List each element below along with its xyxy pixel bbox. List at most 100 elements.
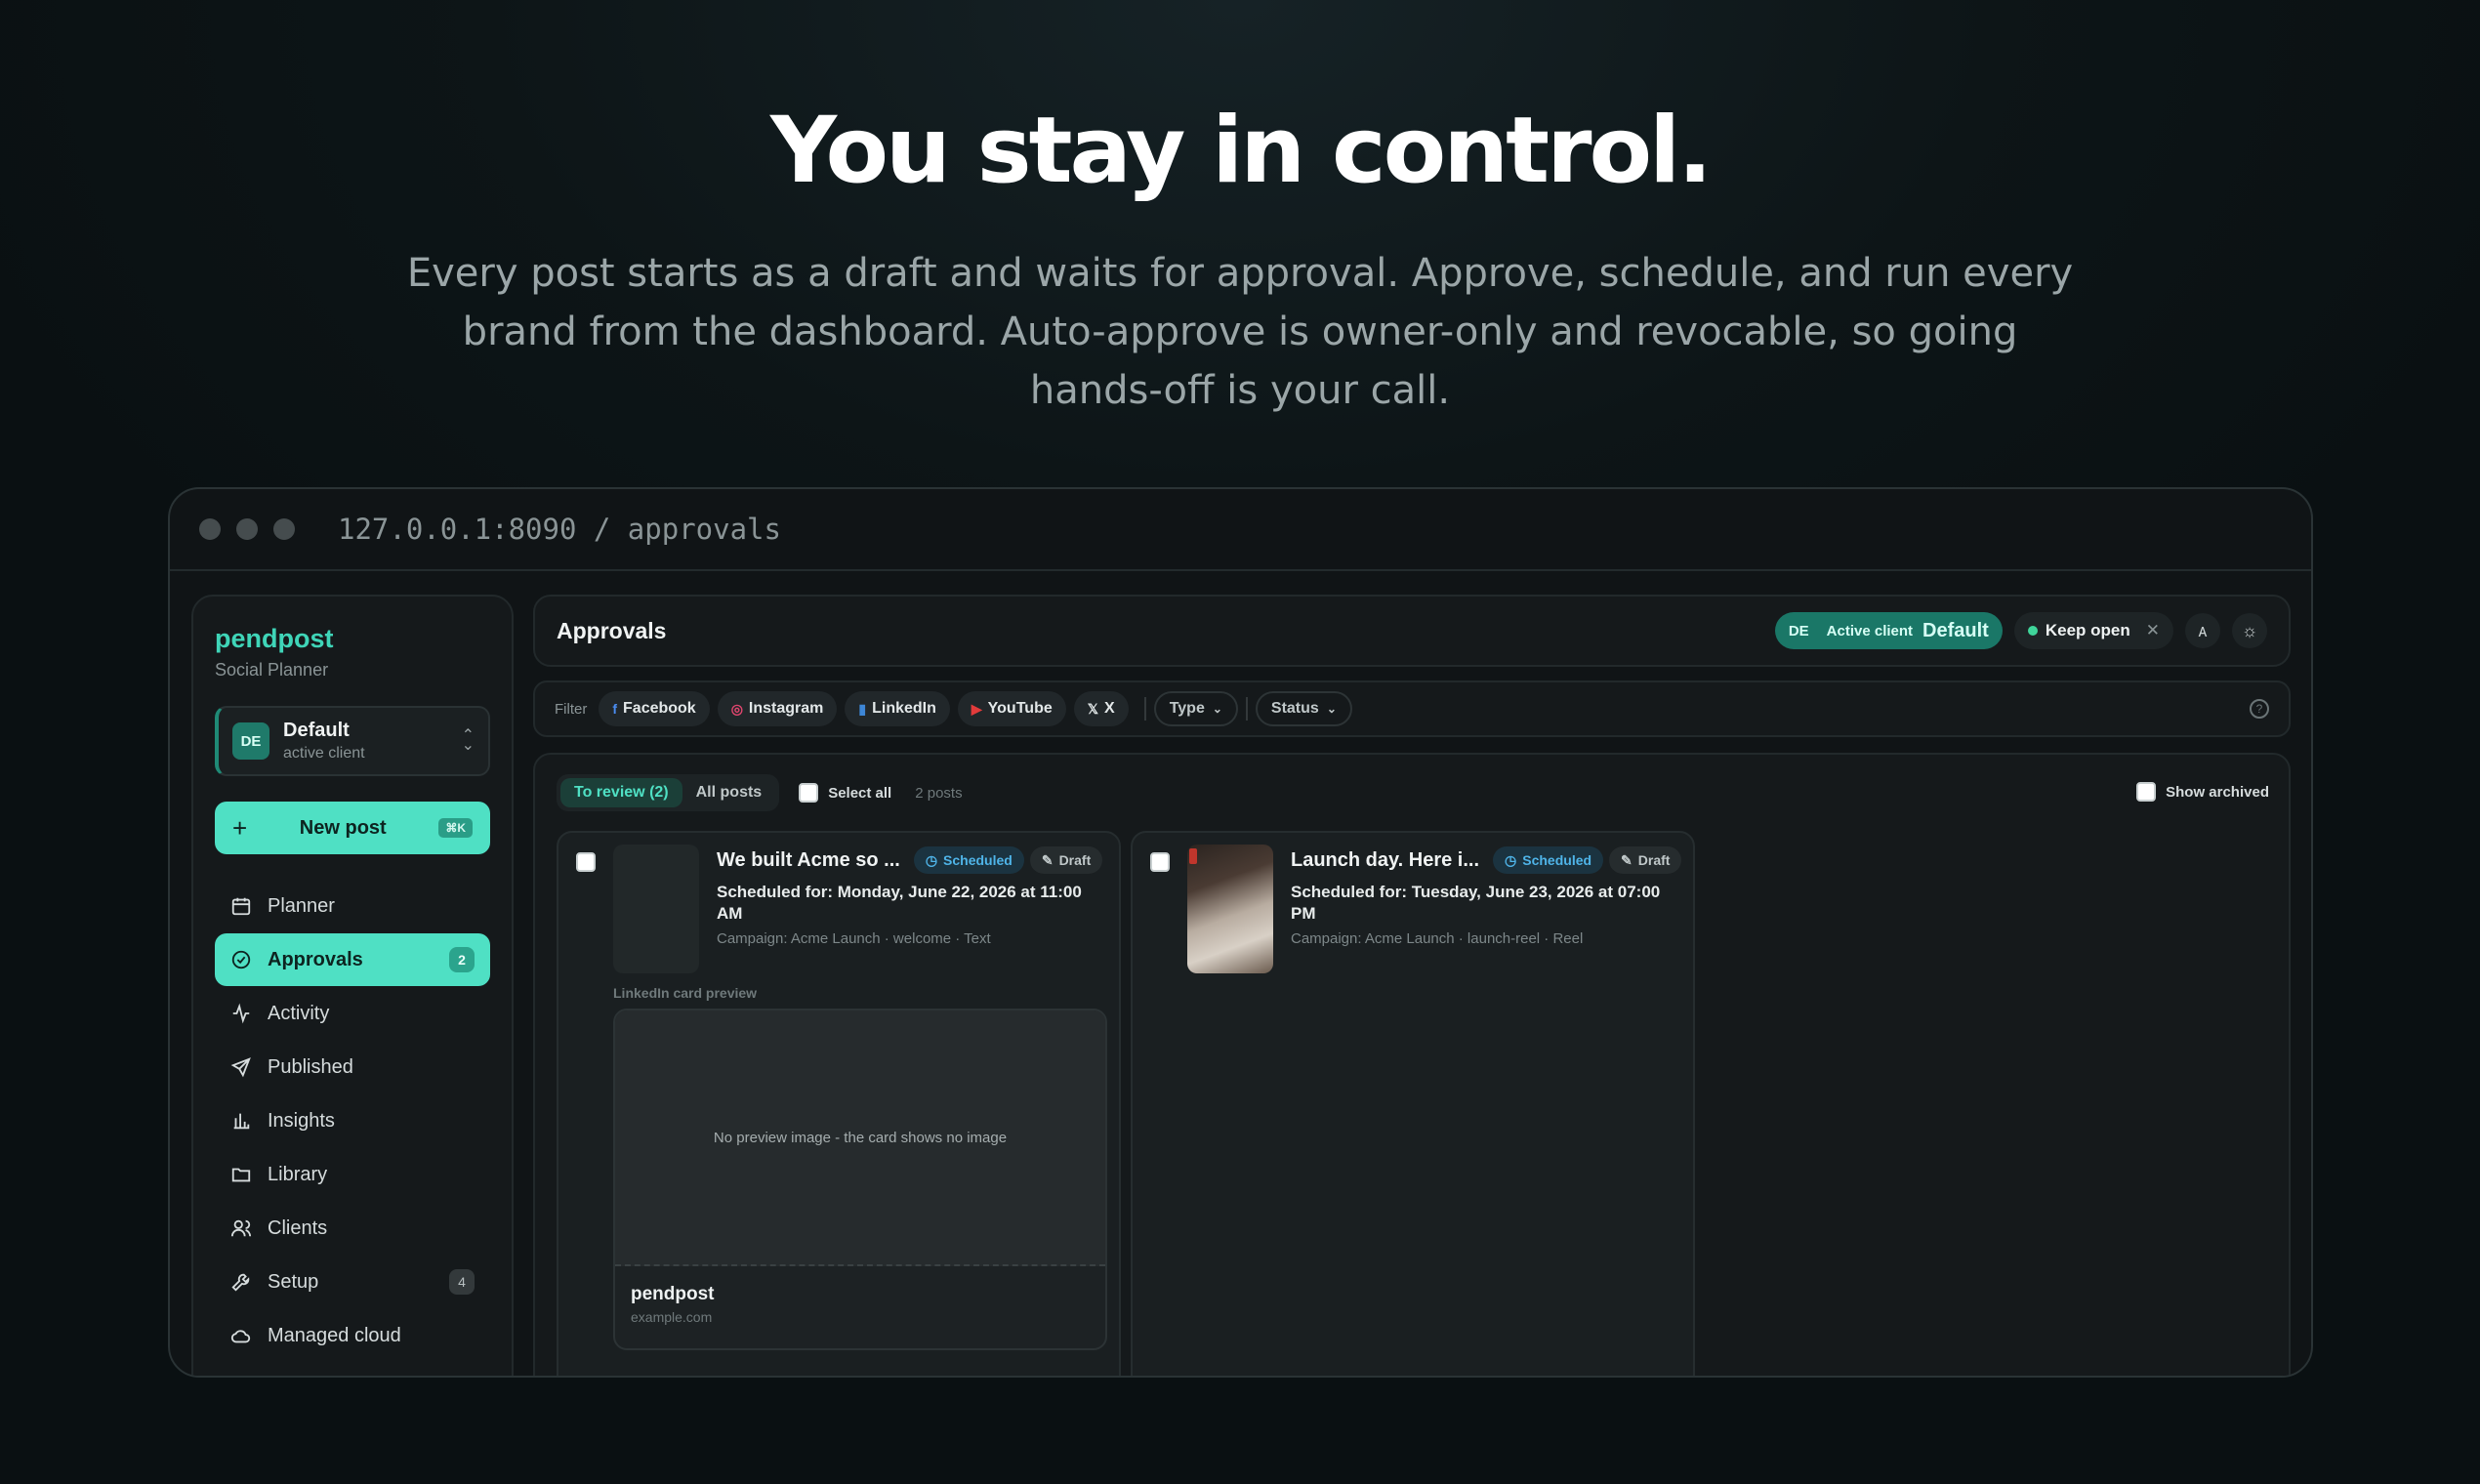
- post-campaign: Campaign: Acme Launch · launch-reel · Re…: [1291, 930, 1584, 947]
- post-title[interactable]: Launch day. Here i...: [1291, 849, 1479, 872]
- post-thumbnail: [613, 845, 699, 973]
- badge-label: Scheduled: [1522, 852, 1592, 868]
- bar-chart-icon: [230, 1110, 252, 1132]
- sidebar-item-published[interactable]: Published: [215, 1041, 490, 1093]
- page-title: Approvals: [557, 617, 667, 643]
- preview-domain: example.com: [631, 1309, 713, 1325]
- sidebar-item-label: Approvals: [268, 948, 363, 970]
- keep-open-toggle[interactable]: Keep open ✕: [2013, 612, 2173, 649]
- sidebar-item-activity[interactable]: Activity: [215, 987, 490, 1040]
- youtube-icon: ▶: [971, 700, 982, 717]
- type-dropdown[interactable]: Type ⌄: [1153, 691, 1238, 726]
- show-archived-checkbox[interactable]: [2136, 782, 2157, 802]
- sidebar-item-label: Clients: [268, 1216, 328, 1239]
- sidebar-item-clients[interactable]: Clients: [215, 1202, 490, 1255]
- shortcut-badge: ⌘K: [438, 818, 473, 838]
- draft-badge: ✎ Draft: [1029, 846, 1103, 874]
- posts-count: 2 posts: [915, 784, 963, 802]
- instagram-icon: ◎: [730, 700, 743, 717]
- filter-chip-facebook[interactable]: f Facebook: [599, 691, 710, 726]
- linkedin-card-preview: No preview image - the card shows no ima…: [613, 1009, 1107, 1350]
- window-maximize-dot[interactable]: [273, 518, 295, 540]
- linkedin-icon: ▮: [858, 700, 867, 717]
- preview-name: pendpost: [631, 1284, 715, 1304]
- filter-bar: Filter f Facebook ◎ Instagram ▮ LinkedIn ▶ Y…: [533, 680, 2291, 737]
- sidebar-item-insights[interactable]: Insights: [215, 1094, 490, 1147]
- active-client-initials: DE: [1788, 622, 1809, 639]
- post-select-checkbox[interactable]: [576, 852, 596, 872]
- translate-icon[interactable]: ᴀ: [2185, 613, 2220, 648]
- tab-all-posts[interactable]: All posts: [682, 778, 776, 807]
- sidebar-item-approvals[interactable]: Approvals 2: [215, 933, 490, 986]
- keep-open-label: Keep open: [2045, 621, 2130, 639]
- sidebar-item-library[interactable]: Library: [215, 1148, 490, 1201]
- cloud-icon: [230, 1325, 252, 1346]
- approvals-count-badge: 2: [449, 947, 475, 972]
- select-all-checkbox[interactable]: [799, 783, 819, 803]
- client-switcher[interactable]: DE Default active client ⌃ ⌄: [215, 706, 490, 776]
- sidebar-item-label: Insights: [268, 1109, 335, 1132]
- post-title[interactable]: We built Acme so ...: [717, 849, 900, 872]
- chip-label: Instagram: [748, 700, 824, 717]
- hero-subtitle: Every post starts as a draft and waits f…: [406, 251, 2074, 413]
- sun-icon[interactable]: ☼: [2232, 613, 2267, 648]
- sidebar-nav: Planner Approvals 2 Activity Published I…: [215, 880, 490, 1362]
- filter-chip-youtube[interactable]: ▶ YouTube: [957, 691, 1066, 726]
- post-card[interactable]: Launch day. Here i... ◷ Scheduled ✎ Draft …: [1131, 831, 1695, 1376]
- new-post-button[interactable]: + New post ⌘K: [215, 802, 490, 854]
- pencil-icon: ✎: [1041, 851, 1054, 868]
- chevron-down-icon: ⌄: [1326, 702, 1337, 716]
- sidebar-item-label: Library: [268, 1163, 328, 1185]
- filter-label: Filter: [555, 700, 588, 718]
- scheduled-badge: ◷ Scheduled: [913, 846, 1024, 874]
- chevron-up-down-icon: ⌃ ⌄: [461, 727, 475, 754]
- x-logo-icon: 𝕏: [1087, 700, 1099, 717]
- send-icon: [230, 1056, 252, 1078]
- select-all-label: Select all: [828, 784, 892, 802]
- activity-icon: [230, 1003, 252, 1024]
- post-select-checkbox[interactable]: [1150, 852, 1170, 872]
- calendar-icon: [230, 895, 252, 917]
- preview-label: LinkedIn card preview: [613, 985, 758, 1001]
- select-all[interactable]: Select all: [799, 783, 891, 803]
- show-archived-label: Show archived: [2166, 783, 2269, 801]
- wrench-icon: [230, 1271, 252, 1293]
- chip-label: Facebook: [623, 700, 696, 717]
- brand-name[interactable]: pendpost: [215, 624, 490, 654]
- sidebar-item-label: Planner: [268, 894, 335, 917]
- draft-badge: ✎ Draft: [1609, 846, 1682, 874]
- status-dropdown[interactable]: Status ⌄: [1255, 691, 1352, 726]
- status-dot-icon: [2027, 626, 2038, 636]
- address-bar[interactable]: 127.0.0.1:8090 / approvals: [338, 513, 781, 546]
- post-card[interactable]: We built Acme so ... ◷ Scheduled ✎ Draft S…: [557, 831, 1121, 1376]
- active-client-pill[interactable]: DE Active client Default: [1774, 612, 2003, 649]
- help-icon[interactable]: ?: [2250, 699, 2269, 719]
- chip-label: X: [1104, 700, 1115, 717]
- window-close-dot[interactable]: [199, 518, 221, 540]
- divider: [1143, 697, 1146, 721]
- sidebar-item-label: Published: [268, 1055, 353, 1078]
- filter-chip-linkedin[interactable]: ▮ LinkedIn: [845, 691, 950, 726]
- clock-icon: ◷: [1505, 851, 1517, 868]
- show-archived[interactable]: Show archived: [2136, 782, 2269, 802]
- chip-label: YouTube: [987, 700, 1053, 717]
- clock-icon: ◷: [925, 851, 938, 868]
- sidebar-item-label: Activity: [268, 1002, 330, 1024]
- chevron-down-icon: ⌄: [1212, 702, 1222, 716]
- hero-title: You stay in control.: [770, 98, 1713, 204]
- sidebar-item-setup[interactable]: Setup 4: [215, 1256, 490, 1308]
- tab-to-review[interactable]: To review (2): [560, 778, 682, 807]
- window-minimize-dot[interactable]: [236, 518, 258, 540]
- client-avatar: DE: [232, 722, 269, 760]
- close-icon[interactable]: ✕: [2146, 621, 2160, 640]
- filter-chip-x[interactable]: 𝕏X: [1073, 691, 1129, 726]
- filter-chip-instagram[interactable]: ◎ Instagram: [717, 691, 838, 726]
- sidebar-item-managed-cloud[interactable]: Managed cloud: [215, 1309, 490, 1362]
- new-post-label: New post: [299, 816, 387, 839]
- plus-icon: +: [232, 812, 248, 843]
- post-thumbnail: [1187, 845, 1273, 973]
- sidebar-item-planner[interactable]: Planner: [215, 880, 490, 932]
- post-campaign: Campaign: Acme Launch · welcome · Text: [717, 930, 991, 947]
- approvals-panel: To review (2) All posts Select all 2 pos…: [533, 753, 2291, 1376]
- badge-label: Draft: [1637, 852, 1671, 868]
